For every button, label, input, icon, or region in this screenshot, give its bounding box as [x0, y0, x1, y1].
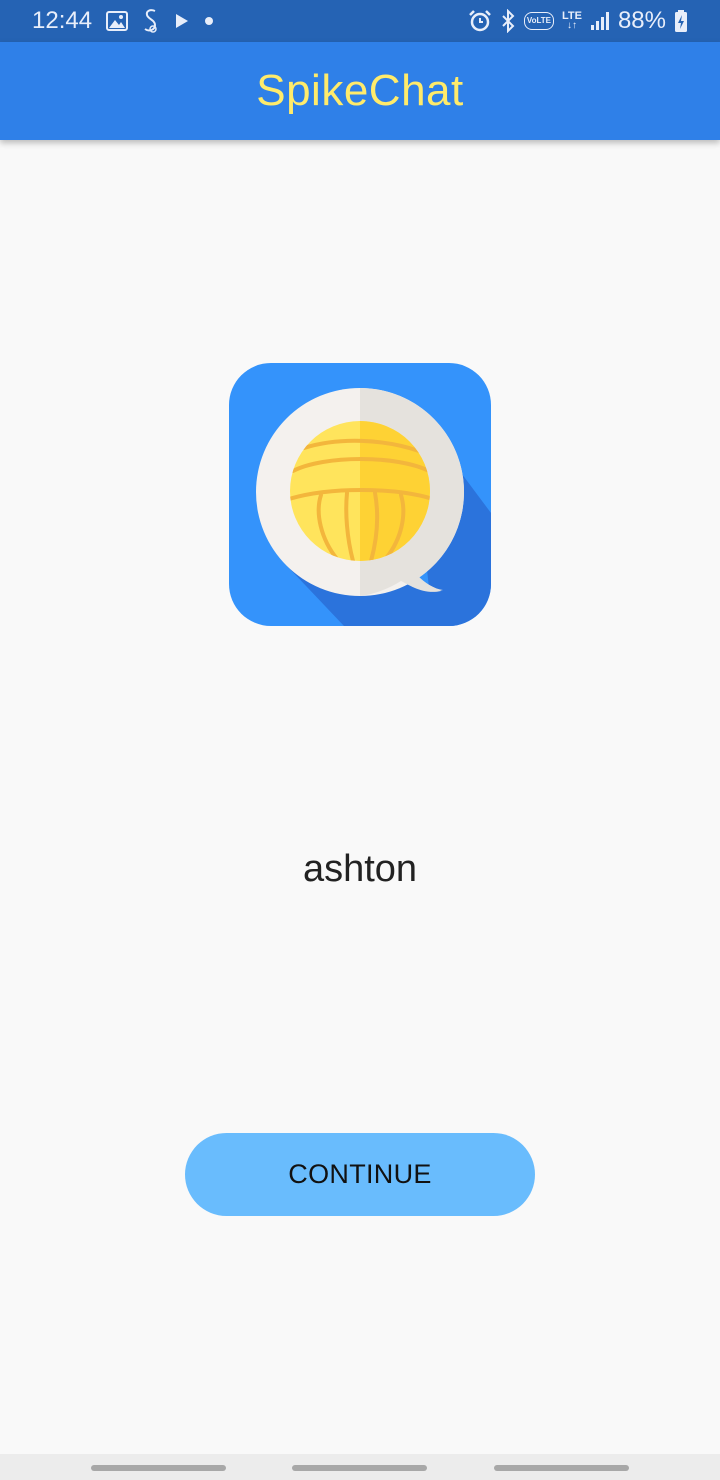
- volte-indicator: VoLTE: [523, 8, 554, 34]
- navigation-bar: [0, 1454, 720, 1480]
- signal-icon: [590, 8, 610, 34]
- dot-icon: [204, 8, 214, 34]
- status-bar: 12:44 VoLTE LTE ↓↑ 88%: [0, 0, 720, 42]
- app-title: SpikeChat: [256, 66, 464, 115]
- samsung-health-icon: [142, 8, 160, 34]
- gallery-icon: [106, 8, 129, 34]
- play-icon: [174, 8, 190, 34]
- lte-indicator: LTE ↓↑: [561, 10, 582, 31]
- app-logo-icon: [229, 363, 491, 626]
- continue-button[interactable]: CONTINUE: [185, 1133, 535, 1216]
- bluetooth-icon: [500, 8, 516, 34]
- nav-home-handle[interactable]: [292, 1465, 427, 1471]
- status-time: 12:44: [32, 7, 93, 34]
- username-label: ashton: [302, 848, 418, 890]
- nav-back-handle[interactable]: [494, 1465, 629, 1471]
- nav-recents-handle[interactable]: [91, 1465, 226, 1471]
- battery-percent: 88%: [617, 7, 666, 34]
- battery-charging-icon: [674, 8, 688, 34]
- app-bar: SpikeChat: [0, 42, 720, 140]
- alarm-icon: [468, 8, 492, 34]
